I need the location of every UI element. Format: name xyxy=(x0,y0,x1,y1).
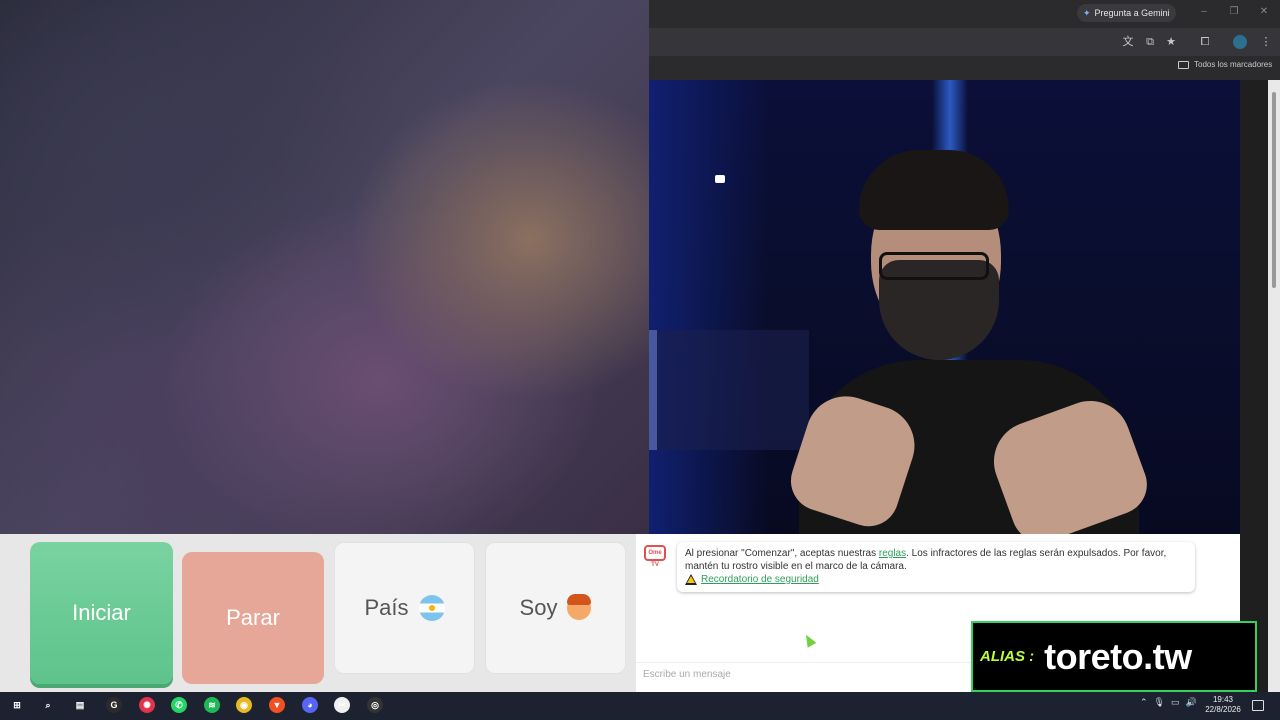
start-button[interactable]: Iniciar xyxy=(30,542,173,684)
scrollbar-thumb[interactable] xyxy=(1272,92,1276,288)
local-video-feed xyxy=(649,80,1240,534)
bookmarks-folder[interactable]: Todos los marcadores xyxy=(1178,60,1272,69)
rules-link[interactable]: reglas xyxy=(879,548,906,559)
gemini-label: Pregunta a Gemini xyxy=(1094,8,1170,18)
cast-icon[interactable]: ⧉ xyxy=(1143,35,1157,49)
gemini-button[interactable]: ✦ Pregunta a Gemini xyxy=(1077,4,1176,22)
search-icon[interactable]: ⌕ xyxy=(40,697,56,713)
obs-icon[interactable]: ◎ xyxy=(367,697,383,713)
brave-icon[interactable]: ▼ xyxy=(269,697,285,713)
spotify-icon[interactable]: ≋ xyxy=(204,697,220,713)
boy-emoji-icon xyxy=(567,594,592,620)
volume-icon[interactable]: 🔊 xyxy=(1186,697,1197,708)
close-icon[interactable]: ✕ xyxy=(1257,5,1271,19)
alias-label: ALIAS : xyxy=(980,648,1035,665)
country-button-label: País xyxy=(364,595,409,620)
windows-start-icon[interactable]: ⊞ xyxy=(9,697,25,713)
ometv-logo-icon: Ome TV xyxy=(644,545,666,568)
app-g-icon[interactable]: G xyxy=(106,697,122,713)
network-icon[interactable]: ▭ xyxy=(1171,697,1180,708)
chevron-up-icon[interactable]: ⌃ xyxy=(1140,697,1148,708)
stream-alias-overlay: ALIAS : toreto.tw xyxy=(971,621,1257,692)
extensions-icon[interactable]: ⧠ xyxy=(1198,35,1212,49)
profile-icon[interactable] xyxy=(1233,35,1247,49)
notification-icon[interactable] xyxy=(1252,700,1264,711)
discord-icon[interactable]: ◕ xyxy=(302,697,318,713)
sparkle-icon: ✦ xyxy=(1083,8,1091,18)
stop-button[interactable]: Parar xyxy=(182,552,324,684)
gender-selector-button[interactable]: Soy xyxy=(485,542,626,674)
alias-value: toreto.tw xyxy=(1044,635,1192,677)
restore-icon[interactable]: ❐ xyxy=(1227,5,1241,19)
safety-reminder-row: Recordatorio de seguridad xyxy=(685,573,1187,586)
chat-system-message: Al presionar "Comenzar", aceptas nuestra… xyxy=(677,542,1195,592)
browser-address-bar[interactable] xyxy=(649,28,1280,56)
chrome-icon[interactable]: ◉ xyxy=(236,697,252,713)
message-input[interactable]: Escribe un mensaje xyxy=(636,662,986,686)
clock-date: 22/8/2026 xyxy=(1205,705,1241,714)
translate-icon[interactable]: 文 xyxy=(1121,35,1135,49)
start-button-label: Iniciar xyxy=(72,600,131,625)
gender-button-label: Soy xyxy=(519,595,558,620)
country-filter-button[interactable]: País xyxy=(334,542,475,674)
folder-icon xyxy=(1178,60,1189,69)
notice-text-start: Al presionar "Comenzar", aceptas nuestra… xyxy=(685,548,879,559)
clock-time: 19:43 xyxy=(1212,695,1234,704)
menu-icon[interactable]: ⋮ xyxy=(1259,35,1273,49)
microphone-icon[interactable]: 🎙 xyxy=(1154,697,1165,708)
stop-button-label: Parar xyxy=(226,605,280,630)
minimize-icon[interactable]: – xyxy=(1197,5,1211,19)
rules-notice: Al presionar "Comenzar", aceptas nuestra… xyxy=(685,547,1187,573)
task-view-icon[interactable]: ▤ xyxy=(72,697,88,713)
system-tray[interactable]: ⌃ 🎙 ▭ 🔊 xyxy=(1140,697,1197,708)
taskbar-clock[interactable]: 19:43 22/8/2026 xyxy=(1198,695,1248,715)
argentina-flag-icon xyxy=(418,595,445,621)
app-red-icon[interactable]: ✺ xyxy=(139,697,155,713)
whatsapp-icon[interactable]: ✆ xyxy=(171,697,187,713)
capcut-icon[interactable]: ✂ xyxy=(334,697,350,713)
bookmarks-label: Todos los marcadores xyxy=(1194,60,1273,69)
safety-reminder-link[interactable]: Recordatorio de seguridad xyxy=(701,573,819,586)
warning-icon xyxy=(685,574,697,585)
windows-taskbar xyxy=(0,692,1280,720)
star-icon[interactable]: ★ xyxy=(1164,35,1178,49)
remote-video-blurred xyxy=(0,0,649,534)
